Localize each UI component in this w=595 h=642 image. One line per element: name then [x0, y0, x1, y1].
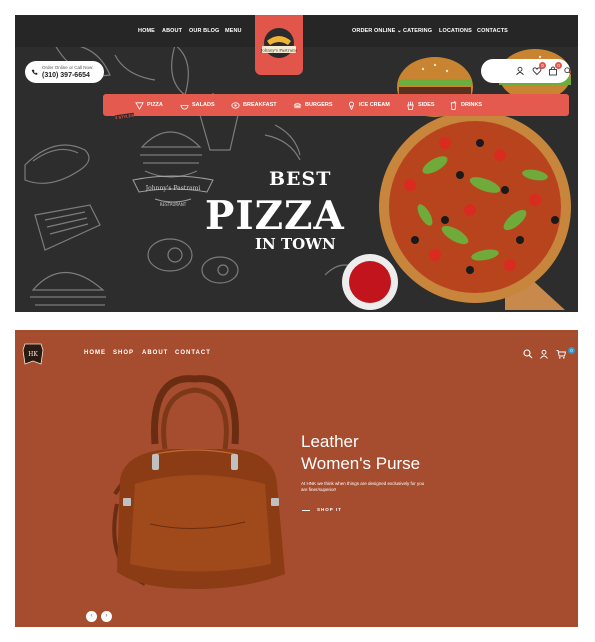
- nav-menu[interactable]: MENU: [225, 28, 242, 34]
- burger-icon: [293, 102, 302, 108]
- nav-home[interactable]: HOME: [84, 350, 106, 356]
- salad-icon: [180, 104, 189, 110]
- restaurant-template-preview: Johnny's Pastrami RESTAURANT HOME ABOUT …: [15, 15, 578, 312]
- category-drinks[interactable]: DRINKS: [449, 94, 482, 116]
- nav-about[interactable]: ABOUT: [142, 350, 168, 356]
- chalk-logo-text: Johnny's Pastrami: [145, 185, 201, 192]
- drink-icon: [450, 100, 457, 110]
- nav-about[interactable]: ABOUT: [162, 28, 182, 34]
- shop-it-link[interactable]: SHOP IT: [317, 507, 342, 512]
- user-icon[interactable]: [515, 66, 525, 76]
- leather-logo[interactable]: HK: [21, 342, 45, 366]
- hero-line-in-town: IN TOWN: [255, 235, 336, 253]
- pizza-icon: [135, 101, 144, 110]
- nav-catering[interactable]: CATERING: [403, 28, 432, 34]
- category-ice-cream[interactable]: ICE CREAM: [347, 94, 390, 116]
- logo-text: HK: [28, 351, 38, 358]
- nav-home[interactable]: HOME: [138, 28, 155, 34]
- phone-icon: [31, 69, 38, 75]
- ice-cream-icon: [349, 101, 354, 110]
- nav-locations[interactable]: LOCATIONS: [439, 28, 472, 34]
- cart-icon[interactable]: [556, 349, 566, 359]
- category-label: DRINKS: [461, 102, 483, 108]
- phone-contact-box[interactable]: Order Online or Call Now: (310) 397-6654: [25, 61, 104, 83]
- wishlist-count: 0: [539, 62, 546, 69]
- fries-icon: [407, 100, 414, 110]
- restaurant-logo[interactable]: Johnny's Pastrami: [255, 15, 303, 75]
- category-sides[interactable]: SIDES: [406, 94, 435, 116]
- category-label: PIZZA: [147, 102, 163, 108]
- user-icon[interactable]: [539, 349, 549, 359]
- header-tools: 0 0: [481, 59, 572, 83]
- leather-shop-template-preview: HK HOME SHOP ABOUT CONTACT 0 Leather Wom…: [15, 330, 578, 627]
- nav-shop[interactable]: SHOP: [113, 350, 134, 356]
- hero-line-pizza: PIZZA: [205, 193, 345, 239]
- leather-purse-image: [112, 375, 285, 589]
- category-label: ICE CREAM: [359, 102, 390, 108]
- hero-title-line-1: Leather: [301, 432, 359, 451]
- cta-line: [302, 510, 310, 511]
- category-bar: PIZZA SALADS BREAKFAST BURGERS ICE CREAM…: [103, 94, 569, 116]
- search-icon[interactable]: [564, 67, 572, 75]
- breakfast-icon: [231, 101, 240, 109]
- category-pizza[interactable]: PIZZA: [135, 94, 163, 116]
- category-label: BURGERS: [305, 102, 333, 108]
- nav-contacts[interactable]: CONTACTS: [477, 28, 508, 34]
- cart-count: 0: [568, 347, 575, 354]
- arrow-left-icon[interactable]: ‹: [86, 611, 97, 622]
- category-label: SIDES: [418, 102, 435, 108]
- arrow-right-icon[interactable]: ›: [101, 611, 112, 622]
- nav-order-online[interactable]: ORDER ONLINE ⌄: [352, 28, 402, 34]
- hero-title-line-2: Women's Purse: [301, 454, 421, 473]
- logo-emblem: Johnny's Pastrami: [260, 28, 298, 58]
- chalk-logo-subtext: RESTAURANT: [160, 202, 187, 207]
- cart-count: 0: [555, 62, 562, 69]
- category-burgers[interactable]: BURGERS: [293, 94, 333, 116]
- category-breakfast[interactable]: BREAKFAST: [231, 94, 277, 116]
- logo-text: Johnny's Pastrami: [260, 48, 298, 53]
- nav-contact[interactable]: CONTACT: [175, 350, 211, 356]
- category-label: SALADS: [192, 102, 215, 108]
- hero-line-best: BEST: [269, 168, 332, 190]
- search-icon[interactable]: [523, 349, 533, 359]
- phone-number[interactable]: (310) 397-6654: [42, 72, 90, 79]
- phone-label: Order Online or Call Now:: [42, 65, 94, 70]
- category-label: BREAKFAST: [243, 102, 277, 108]
- category-salads[interactable]: SALADS: [180, 94, 215, 116]
- nav-our-blog[interactable]: OUR BLOG: [189, 28, 219, 34]
- hero-description: At HNK we think when things are designed…: [301, 481, 425, 492]
